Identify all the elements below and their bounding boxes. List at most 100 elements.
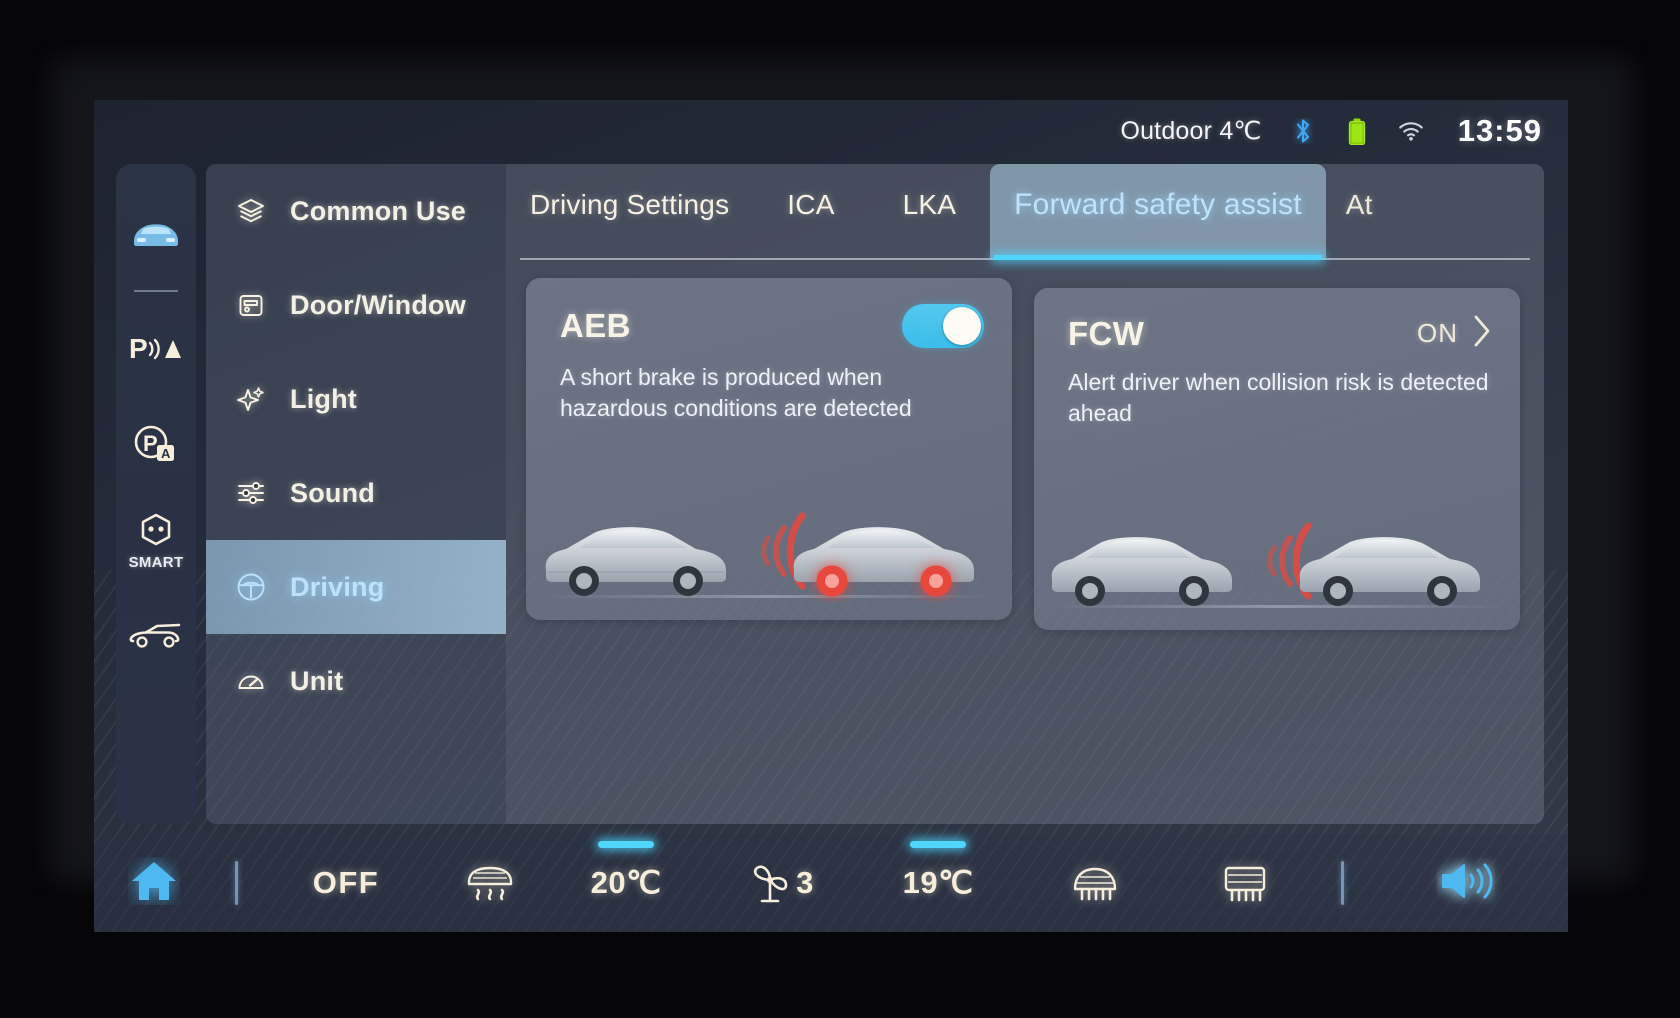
- rail-item-auto-parking[interactable]: P A: [120, 398, 192, 494]
- rail-item-label: SMART: [128, 554, 184, 571]
- vehicle-function-rail: P P A SMART: [116, 164, 196, 824]
- sidebar-item-label: Sound: [290, 477, 375, 508]
- driver-temperature-value: 20℃: [590, 865, 662, 900]
- settings-content-panel: Driving Settings ICA LKA Forward safety …: [506, 164, 1544, 824]
- tab-forward-safety-assist[interactable]: Forward safety assist: [990, 164, 1326, 260]
- bar-separator-right: [1320, 861, 1364, 905]
- chevron-right-icon: [1472, 314, 1492, 353]
- front-defrost-button[interactable]: [434, 860, 546, 907]
- vehicle-front-icon: [130, 217, 182, 256]
- door-icon: [234, 288, 268, 322]
- sidebar-item-label: Common Use: [290, 195, 467, 226]
- home-icon: [128, 857, 180, 910]
- fcw-state-label: ON: [1417, 318, 1458, 348]
- bluetooth-icon[interactable]: [1290, 117, 1316, 145]
- card-title: AEB: [560, 307, 631, 344]
- layers-icon: [234, 194, 268, 228]
- card-description: Alert driver when collision risk is dete…: [1068, 369, 1489, 426]
- svg-text:A: A: [161, 446, 171, 461]
- ac-state-label: OFF: [312, 865, 380, 900]
- tab-ica[interactable]: ICA: [753, 164, 868, 260]
- volume-icon: [1437, 858, 1495, 909]
- tab-label: Driving Settings: [530, 189, 730, 220]
- tab-label: At: [1345, 189, 1373, 220]
- tab-driving-settings[interactable]: Driving Settings: [506, 164, 753, 260]
- clock: 13:59: [1457, 113, 1542, 148]
- fcw-value-control[interactable]: ON: [1417, 314, 1492, 353]
- front-defrost-icon: [463, 860, 517, 907]
- rail-item-vehicle-front[interactable]: [120, 188, 192, 284]
- passenger-temperature-value: 19℃: [902, 865, 974, 900]
- windshield-defrost-button[interactable]: [1170, 859, 1320, 908]
- feature-card-fcw[interactable]: FCW ON Alert driver when collision risk …: [1034, 288, 1520, 630]
- home-button[interactable]: [94, 857, 214, 910]
- sidebar-item-common-use[interactable]: Common Use: [206, 164, 506, 258]
- rear-defrost-button[interactable]: [1020, 859, 1170, 908]
- passenger-temp-indicator: [910, 841, 966, 848]
- sidebar-item-sound[interactable]: Sound: [206, 446, 506, 540]
- volume-button[interactable]: [1364, 858, 1568, 909]
- card-title: FCW: [1068, 314, 1145, 352]
- passenger-temperature-control[interactable]: 19℃: [856, 841, 1020, 901]
- fan-speed-value: 3: [796, 865, 814, 900]
- driver-temp-indicator: [598, 841, 654, 848]
- rail-item-parking-sensor[interactable]: P: [120, 302, 192, 398]
- fan-icon: [748, 858, 792, 909]
- wifi-icon[interactable]: [1398, 117, 1424, 145]
- tab-label: ICA: [787, 189, 835, 220]
- ac-power-button[interactable]: OFF: [258, 865, 434, 901]
- status-bar: Outdoor 4℃ 13:59: [94, 100, 1568, 162]
- fcw-illustration: [1034, 455, 1520, 630]
- tailgate-icon: [127, 619, 185, 658]
- tab-lka[interactable]: LKA: [869, 164, 991, 260]
- sliders-icon: [234, 476, 268, 510]
- display-bezel: Outdoor 4℃ 13:59 P P A SMART Common Use …: [36, 44, 1648, 932]
- tab-label: LKA: [902, 189, 957, 220]
- parking-sensor-icon: P: [128, 331, 184, 370]
- rail-divider: [134, 290, 178, 292]
- svg-text:P: P: [143, 431, 158, 456]
- sidebar-item-label: Unit: [290, 665, 344, 696]
- sidebar-item-label: Driving: [290, 571, 385, 602]
- settings-category-list: Common Use Door/Window Light Sound Drivi…: [206, 164, 506, 824]
- aeb-illustration: [526, 445, 1012, 620]
- card-description: A short brake is produced when hazardous…: [560, 364, 912, 421]
- car-rear-icon: [1051, 537, 1232, 606]
- tab-bar: Driving Settings ICA LKA Forward safety …: [506, 164, 1544, 260]
- outdoor-temperature: Outdoor 4℃: [1120, 117, 1262, 145]
- rail-item-smart[interactable]: SMART: [120, 494, 192, 590]
- sidebar-item-label: Light: [290, 383, 357, 414]
- tab-label: Forward safety assist: [1014, 188, 1302, 221]
- sidebar-item-light[interactable]: Light: [206, 352, 506, 446]
- car-front-braking-icon: [793, 527, 974, 597]
- svg-text:P: P: [129, 333, 148, 364]
- fan-speed-control[interactable]: 3: [706, 858, 856, 909]
- car-rear-icon: [545, 527, 726, 596]
- aeb-toggle[interactable]: [902, 304, 984, 348]
- windshield-defrost-icon: [1218, 859, 1272, 908]
- gauge-icon: [234, 664, 268, 698]
- feature-card-list: AEB A short brake is produced when hazar…: [506, 260, 1544, 630]
- rail-item-tailgate[interactable]: [120, 590, 192, 686]
- infotainment-screen: Outdoor 4℃ 13:59 P P A SMART Common Use …: [94, 100, 1568, 932]
- tab-at[interactable]: At: [1326, 164, 1373, 260]
- card-header: FCW ON: [1034, 288, 1520, 353]
- sparkle-icon: [234, 382, 268, 416]
- rear-defrost-icon: [1067, 859, 1123, 908]
- sidebar-item-unit[interactable]: Unit: [206, 634, 506, 728]
- auto-parking-icon: P A: [130, 424, 182, 469]
- steering-wheel-icon: [234, 570, 268, 604]
- sidebar-item-door-window[interactable]: Door/Window: [206, 258, 506, 352]
- sidebar-item-driving[interactable]: Driving: [206, 540, 506, 634]
- card-header: AEB: [526, 278, 1012, 348]
- smart-icon: [136, 513, 176, 552]
- car-front-icon: [1299, 537, 1480, 606]
- bar-separator-left: [214, 861, 258, 905]
- climate-control-bar: OFF 20℃ 3 19℃: [94, 834, 1568, 932]
- sidebar-item-label: Door/Window: [290, 289, 466, 320]
- toggle-knob: [943, 307, 981, 345]
- battery-icon: [1344, 117, 1370, 145]
- driver-temperature-control[interactable]: 20℃: [546, 841, 706, 901]
- feature-card-aeb[interactable]: AEB A short brake is produced when hazar…: [526, 278, 1012, 620]
- photo-frame: Outdoor 4℃ 13:59 P P A SMART Common Use …: [0, 0, 1680, 1018]
